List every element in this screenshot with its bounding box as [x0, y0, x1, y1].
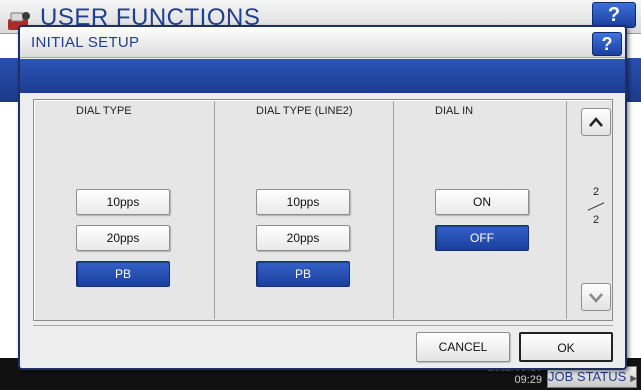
dial-type-line2-10pps-button[interactable]: 10pps: [256, 189, 350, 215]
column-divider: [214, 101, 215, 319]
dial-type-line2-pb-button[interactable]: PB: [256, 261, 350, 287]
settings-panel: DIAL TYPE 10pps 20pps PB DIAL TYPE (LINE…: [33, 99, 613, 321]
dial-type-line2-label: DIAL TYPE (LINE2): [256, 105, 353, 117]
dial-in-label: DIAL IN: [435, 105, 474, 117]
ok-button[interactable]: OK: [519, 332, 613, 362]
dial-type-20pps-button[interactable]: 20pps: [76, 225, 170, 251]
page-current: 2: [592, 186, 600, 198]
dialog-titlebar: INITIAL SETUP ?: [20, 27, 625, 58]
triangle-right-icon: ▶: [630, 373, 638, 383]
chevron-up-icon: [589, 117, 603, 127]
dial-type-pb-button[interactable]: PB: [76, 261, 170, 287]
page-separator: [579, 198, 613, 214]
page-down-button[interactable]: [581, 283, 611, 311]
dial-type-label: DIAL TYPE: [76, 105, 132, 117]
cancel-button[interactable]: CANCEL: [416, 332, 510, 362]
chevron-down-icon: [589, 293, 603, 303]
column-divider: [566, 101, 567, 319]
job-status-label: JOB STATUS: [548, 369, 627, 384]
initial-setup-dialog: INITIAL SETUP ? DIAL TYPE 10pps 20pps PB…: [18, 25, 627, 370]
dial-type-line2-20pps-button[interactable]: 20pps: [256, 225, 350, 251]
dial-in-on-button[interactable]: ON: [435, 189, 529, 215]
page-up-button[interactable]: [581, 108, 611, 136]
page-indicator: 2 2: [579, 186, 613, 226]
dialog-band: [20, 59, 625, 93]
time-display: 09:29: [514, 374, 542, 386]
dialog-help-button[interactable]: ?: [592, 32, 622, 56]
dial-type-10pps-button[interactable]: 10pps: [76, 189, 170, 215]
dialog-title: INITIAL SETUP: [31, 34, 140, 51]
column-divider: [393, 101, 394, 319]
dialog-divider: [33, 325, 613, 326]
dial-in-off-button[interactable]: OFF: [435, 225, 529, 251]
page-total: 2: [592, 214, 600, 226]
